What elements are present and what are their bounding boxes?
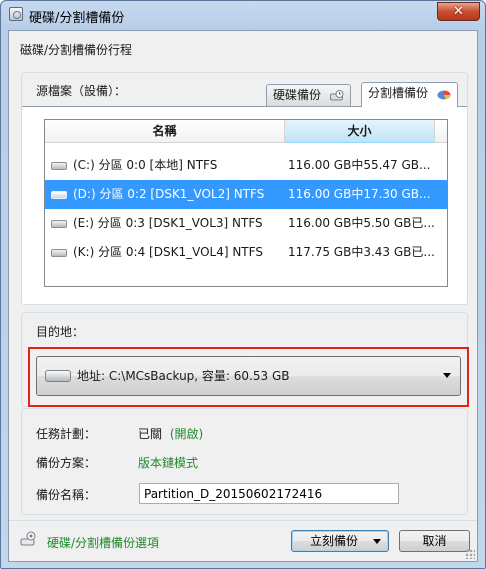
page-title: 磁碟/分割槽備份行程 <box>20 43 133 57</box>
tab-label: 分割槽備份 <box>368 86 429 100</box>
source-label: 源檔案（設備）： <box>36 84 127 98</box>
footer-divider <box>9 520 477 521</box>
cancel-button[interactable]: 取消 <box>399 530 470 552</box>
schedule-enable-link[interactable]: (開啟) <box>170 427 203 441</box>
schedule-label: 任務計劃： <box>36 427 97 441</box>
resize-grip[interactable] <box>465 549 475 559</box>
backup-options-icon[interactable] <box>19 530 37 548</box>
drive-icon <box>51 220 67 228</box>
backup-now-label: 立刻備份 <box>309 534 358 548</box>
title-bar[interactable]: 硬碟/分割槽備份 ✕ <box>1 1 485 29</box>
drive-icon <box>45 370 71 382</box>
drive-icon <box>51 191 67 199</box>
partition-row-c[interactable]: (C:) 分區 0:0 [本地] NTFS 116.00 GB中55.47 GB… <box>45 151 447 180</box>
drive-icon <box>51 162 67 170</box>
list-header: 名稱 大小 <box>45 120 447 143</box>
column-header-size[interactable]: 大小 <box>285 120 435 143</box>
destination-group: 目的地： 地址: C:\MCsBackup, 容量: 60.53 GB <box>21 312 469 407</box>
backup-now-button[interactable]: 立刻備份 <box>291 530 389 552</box>
destination-highlight-box: 地址: C:\MCsBackup, 容量: 60.53 GB <box>28 347 469 407</box>
partition-name: (D:) 分區 0:2 [DSK1_VOL2] NTFS <box>73 187 265 201</box>
backup-name-input[interactable] <box>139 483 399 504</box>
schedule-status: 已關 (開啟) <box>138 425 203 442</box>
backup-dialog-window: 硬碟/分割槽備份 ✕ 磁碟/分割槽備份行程 源檔案（設備）： 硬碟備份 分割槽備… <box>0 0 486 569</box>
window-title: 硬碟/分割槽備份 <box>29 11 125 26</box>
scheme-label: 備份方案： <box>36 456 97 470</box>
tab-partition-backup[interactable]: 分割槽備份 <box>361 82 458 107</box>
tab-label: 硬碟備份 <box>273 88 322 102</box>
chevron-down-icon[interactable] <box>373 539 381 544</box>
partition-size: 117.75 GB中3.43 GB已... <box>288 245 435 259</box>
partition-row-k[interactable]: (K:) 分區 0:4 [DSK1_VOL4] NTFS 117.75 GB中3… <box>45 238 447 267</box>
tab-disk-backup[interactable]: 硬碟備份 <box>266 84 351 106</box>
destination-label: 目的地： <box>36 325 85 339</box>
drive-icon <box>51 249 67 257</box>
partition-list[interactable]: 名稱 大小 (C:) 分區 0:0 [本地] NTFS 116.00 GB中55… <box>44 119 448 287</box>
backup-options-link[interactable]: 硬碟/分割槽備份選項 <box>47 534 159 551</box>
column-header-filler <box>435 120 447 143</box>
dialog-client-area: 磁碟/分割槽備份行程 源檔案（設備）： 硬碟備份 分割槽備份 名稱 大小 (C:… <box>8 30 478 562</box>
destination-value: 地址: C:\MCsBackup, 容量: 60.53 GB <box>77 369 290 383</box>
schedule-value: 已關 <box>138 427 163 441</box>
partition-size: 116.00 GB中17.30 GB... <box>288 180 446 209</box>
destination-dropdown[interactable]: 地址: C:\MCsBackup, 容量: 60.53 GB <box>36 356 461 396</box>
partition-row-e[interactable]: (E:) 分區 0:3 [DSK1_VOL3] NTFS 116.00 GB中5… <box>45 209 447 238</box>
partition-pie-icon <box>437 90 451 99</box>
partition-size: 116.00 GB中5.50 GB已... <box>288 216 435 230</box>
backup-name-label: 備份名稱： <box>36 488 97 502</box>
scheme-link[interactable]: 版本鏈模式 <box>138 454 198 471</box>
partition-size: 116.00 GB中55.47 GB... <box>288 158 431 172</box>
close-button[interactable]: ✕ <box>437 2 480 21</box>
app-icon <box>9 7 23 21</box>
partition-name: (C:) 分區 0:0 [本地] NTFS <box>73 158 218 172</box>
partition-name: (K:) 分區 0:4 [DSK1_VOL4] NTFS <box>73 245 263 259</box>
partition-name: (E:) 分區 0:3 [DSK1_VOL3] NTFS <box>73 216 263 230</box>
column-header-name[interactable]: 名稱 <box>45 120 285 143</box>
partition-list-panel: 名稱 大小 (C:) 分區 0:0 [本地] NTFS 116.00 GB中55… <box>22 106 467 304</box>
partition-row-d[interactable]: (D:) 分區 0:2 [DSK1_VOL2] NTFS 116.00 GB中1… <box>45 180 447 209</box>
disk-clock-icon <box>329 89 344 100</box>
chevron-down-icon[interactable] <box>443 373 451 378</box>
backup-info-group: 任務計劃： 已關 (開啟) 備份方案： 版本鏈模式 備份名稱： <box>21 408 468 515</box>
source-group: 源檔案（設備）： 硬碟備份 分割槽備份 名稱 大小 (C:) 分區 0:0 [本… <box>21 72 468 305</box>
